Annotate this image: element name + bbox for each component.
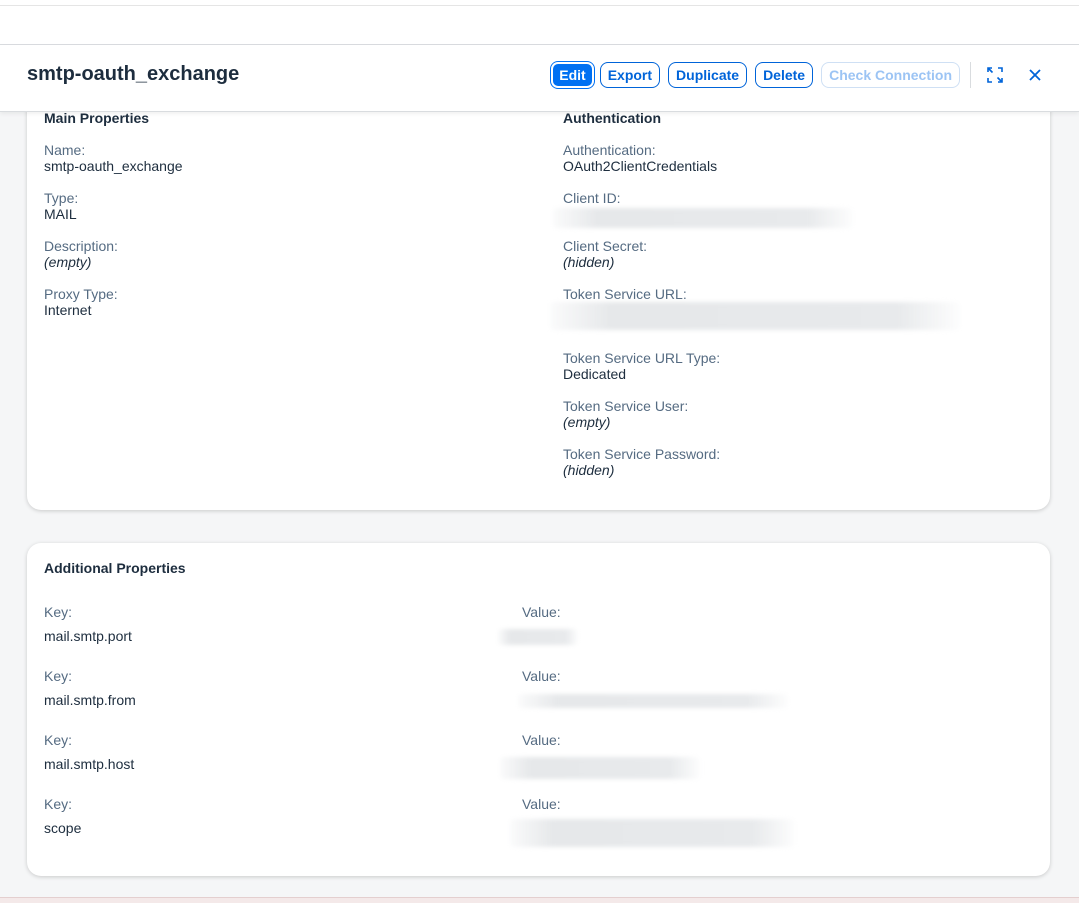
bottom-border: [0, 897, 1079, 903]
type-label: Type:: [44, 190, 79, 206]
authentication-value: OAuth2ClientCredentials: [563, 158, 718, 174]
additional-properties-title: Additional Properties: [44, 560, 186, 576]
token-service-url-redacted: [550, 302, 960, 330]
authentication-title: Authentication: [563, 110, 661, 126]
expand-icon[interactable]: [979, 62, 1011, 88]
value-redacted: [510, 819, 795, 847]
key-label: Key:: [44, 604, 73, 620]
value-label: Value:: [522, 796, 561, 812]
client-id-redacted: [553, 208, 853, 228]
client-id-label: Client ID:: [563, 190, 621, 206]
header-toolbar: Edit Export Duplicate Delete Check Conne…: [553, 62, 1051, 88]
key-label: Key:: [44, 668, 73, 684]
client-secret-label: Client Secret:: [563, 238, 648, 254]
close-icon[interactable]: [1019, 62, 1051, 88]
export-button[interactable]: Export: [599, 62, 661, 88]
value-label: Value:: [522, 732, 561, 748]
client-secret-value: (hidden): [563, 254, 615, 270]
token-service-user-value: (empty): [563, 414, 611, 430]
toolbar-separator: [970, 62, 971, 88]
main-properties-title: Main Properties: [44, 110, 150, 126]
value-label: Value:: [522, 668, 561, 684]
key-label: Key:: [44, 732, 73, 748]
authentication-label: Authentication:: [563, 142, 656, 158]
object-page-header: smtp-oauth_exchange Edit Export Duplicat…: [0, 45, 1079, 112]
additional-properties-card: Additional Properties Key: mail.smtp.por…: [27, 543, 1050, 876]
duplicate-button[interactable]: Duplicate: [668, 62, 748, 88]
name-label: Name:: [44, 142, 86, 158]
type-value: MAIL: [44, 206, 77, 222]
proxy-type-value: Internet: [44, 302, 92, 318]
delete-button[interactable]: Delete: [755, 62, 814, 88]
value-label: Value:: [522, 604, 561, 620]
token-service-password-value: (hidden): [563, 462, 615, 478]
token-service-url-type-value: Dedicated: [563, 366, 627, 382]
value-redacted: [518, 694, 788, 708]
edit-button[interactable]: Edit: [553, 64, 592, 86]
key-value: mail.smtp.from: [44, 692, 136, 708]
token-service-user-label: Token Service User:: [563, 398, 689, 414]
key-value: mail.smtp.port: [44, 628, 132, 644]
properties-card: Main Properties Name: smtp-oauth_exchang…: [27, 90, 1050, 510]
proxy-type-label: Proxy Type:: [44, 286, 118, 302]
description-value: (empty): [44, 254, 92, 270]
name-value: smtp-oauth_exchange: [44, 158, 183, 174]
page-title: smtp-oauth_exchange: [27, 63, 240, 85]
value-redacted: [498, 629, 578, 645]
key-label: Key:: [44, 796, 73, 812]
key-value: scope: [44, 820, 82, 836]
token-service-url-type-label: Token Service URL Type:: [563, 350, 721, 366]
token-service-url-label: Token Service URL:: [563, 286, 687, 302]
value-redacted: [500, 757, 700, 779]
token-service-password-label: Token Service Password:: [563, 446, 721, 462]
check-connection-button[interactable]: Check Connection: [821, 62, 960, 88]
divider: [0, 5, 1079, 6]
key-value: mail.smtp.host: [44, 756, 135, 772]
description-label: Description:: [44, 238, 118, 254]
top-strip: [0, 0, 1079, 45]
